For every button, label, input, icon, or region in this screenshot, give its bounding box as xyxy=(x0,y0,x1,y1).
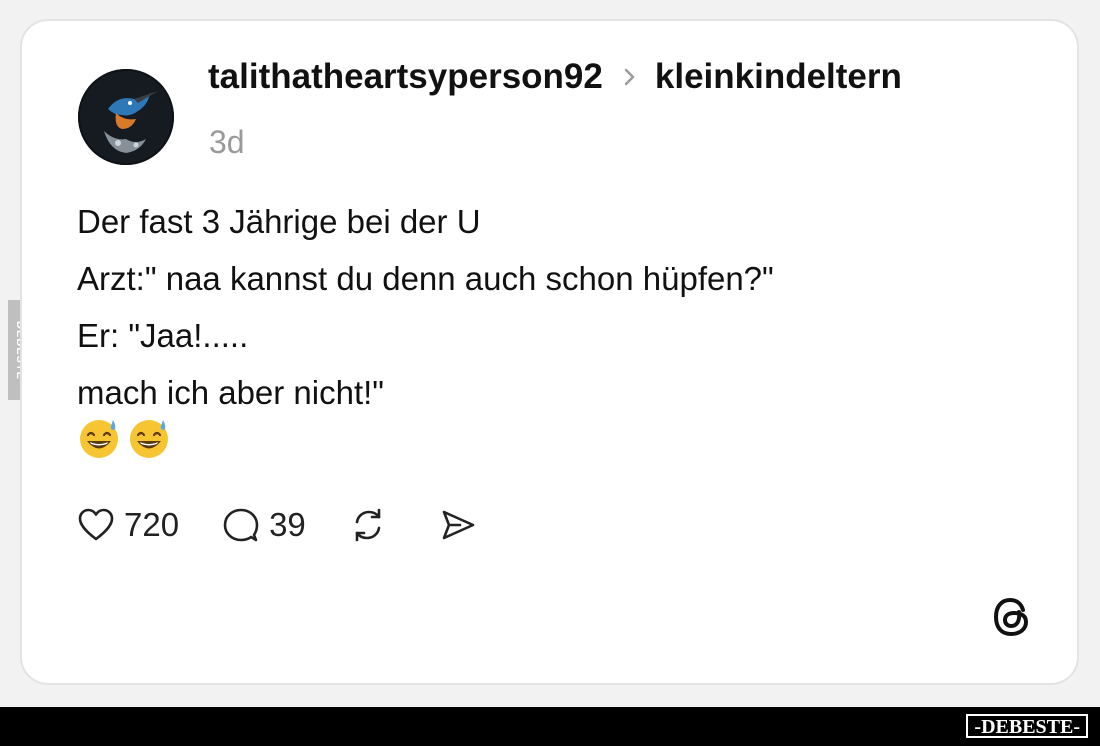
post-line: Der fast 3 Jährige bei der U xyxy=(77,203,481,240)
action-bar: 720 39 xyxy=(76,505,528,545)
post-line: mach ich aber nicht!" xyxy=(77,374,385,411)
comment-icon xyxy=(221,505,261,545)
repost-button[interactable] xyxy=(348,505,396,545)
share-icon xyxy=(438,505,478,545)
post-timestamp: 3d xyxy=(209,124,245,160)
grinning-sweat-emoji-icon xyxy=(127,416,171,460)
like-button[interactable]: 720 xyxy=(76,505,179,545)
watermark-bar: -DEBESTE- xyxy=(0,707,1100,746)
community-link[interactable]: kleinkindeltern xyxy=(655,57,902,97)
threads-logo-icon[interactable] xyxy=(989,593,1037,641)
username-link[interactable]: talithatheartsyperson92 xyxy=(208,57,603,97)
post-line: Er: "Jaa!..... xyxy=(77,317,249,354)
post-body: Der fast 3 Jährige bei der U Arzt:" naa … xyxy=(77,193,774,421)
comment-count: 39 xyxy=(269,506,306,543)
avatar[interactable] xyxy=(78,69,174,165)
emoji-row xyxy=(77,416,171,460)
repost-icon xyxy=(348,505,388,545)
heart-icon xyxy=(76,505,116,545)
debeste-logo: -DEBESTE- xyxy=(966,714,1088,738)
post-line: Arzt:" naa kannst du denn auch schon hüp… xyxy=(77,260,774,297)
post-header: talithatheartsyperson92 kleinkindeltern xyxy=(208,57,902,97)
post-card[interactable]: talithatheartsyperson92 kleinkindeltern … xyxy=(20,19,1079,685)
comment-button[interactable]: 39 xyxy=(221,505,306,545)
kingfisher-avatar-icon xyxy=(78,69,174,165)
share-button[interactable] xyxy=(438,505,486,545)
chevron-right-icon xyxy=(621,65,639,89)
like-count: 720 xyxy=(124,506,180,543)
page: DEBESTE talithatheartsyperson92 kleinkin… xyxy=(0,0,1100,746)
grinning-sweat-emoji-icon xyxy=(77,416,121,460)
